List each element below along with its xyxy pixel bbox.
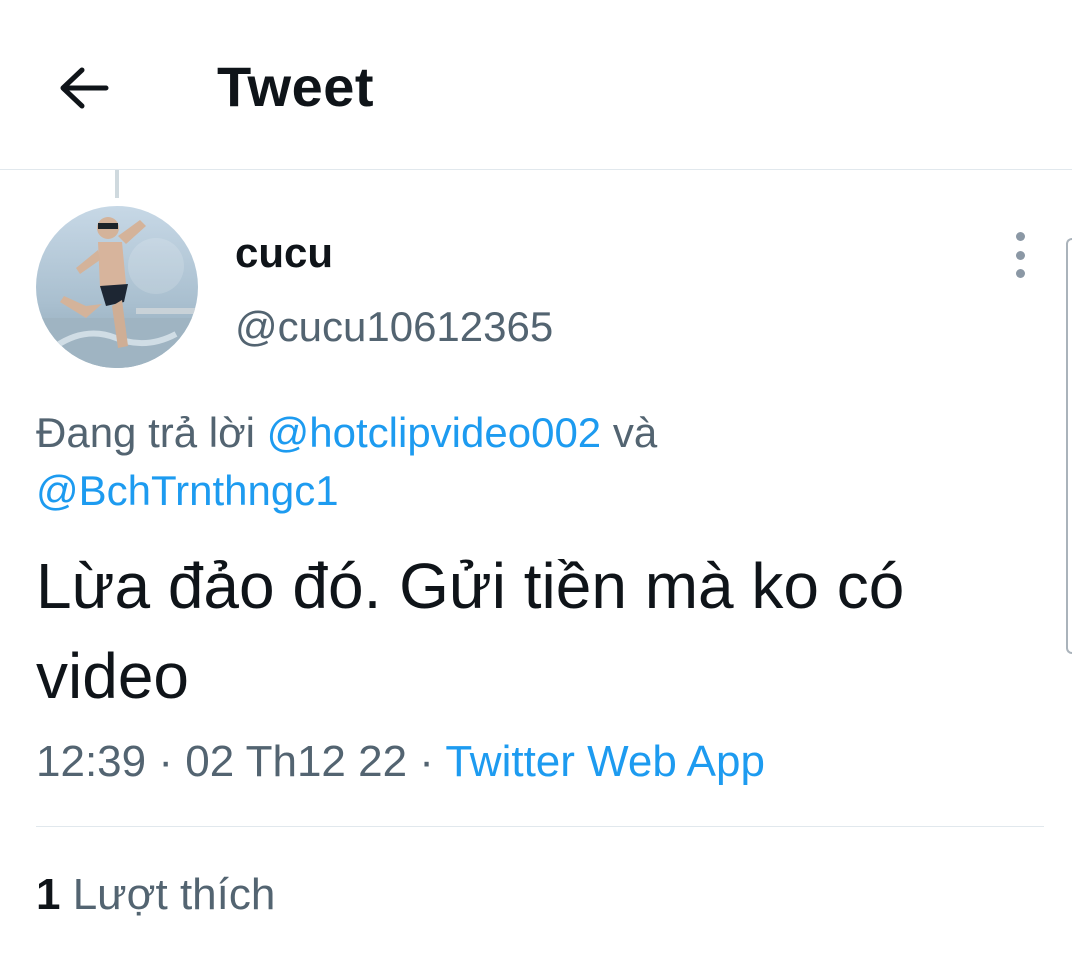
tweet-date[interactable]: 02 Th12 22 [185,737,407,786]
more-dot [1015,250,1025,260]
author-display-name[interactable]: cucu [235,226,333,280]
back-button[interactable] [48,52,120,124]
tweet-text: Lừa đảo đó. Gửi tiền mà ko có video [36,550,905,712]
more-options-icon[interactable] [1000,232,1040,278]
top-app-bar: Tweet [0,0,1072,170]
mention-link-bchtrnthngc1[interactable]: @BchTrnthngc1 [36,467,339,514]
author-avatar[interactable] [36,206,198,368]
tweet-meta: 12:39 · 02 Th12 22 · Twitter Web App [36,733,765,791]
mention-link-hotclipvideo002[interactable]: @hotclipvideo002 [267,409,602,456]
likes-stat[interactable]: 1 Lượt thích [36,866,275,924]
tweet-source-link[interactable]: Twitter Web App [445,737,765,786]
thread-connector-line [115,170,119,198]
tweet-time[interactable]: 12:39 [36,737,146,786]
user-avatar-photo [36,206,198,368]
replying-to-joiner: và [601,409,658,456]
replying-to-line: Đang trả lời @hotclipvideo002 và @BchTrnt… [36,404,1036,520]
scrollbar[interactable] [1066,238,1072,654]
divider [36,826,1044,827]
arrow-left-icon [60,67,109,109]
page-title: Tweet [217,55,375,118]
meta-separator: · [407,737,446,786]
replying-to-prefix: Đang trả lời [36,409,267,456]
likes-count: 1 [36,870,61,919]
more-dot [1015,269,1025,278]
likes-label: Lượt thích [60,870,276,919]
meta-separator: · [146,737,186,786]
more-dot [1015,232,1025,241]
author-handle[interactable]: @cucu10612365 [235,300,553,354]
